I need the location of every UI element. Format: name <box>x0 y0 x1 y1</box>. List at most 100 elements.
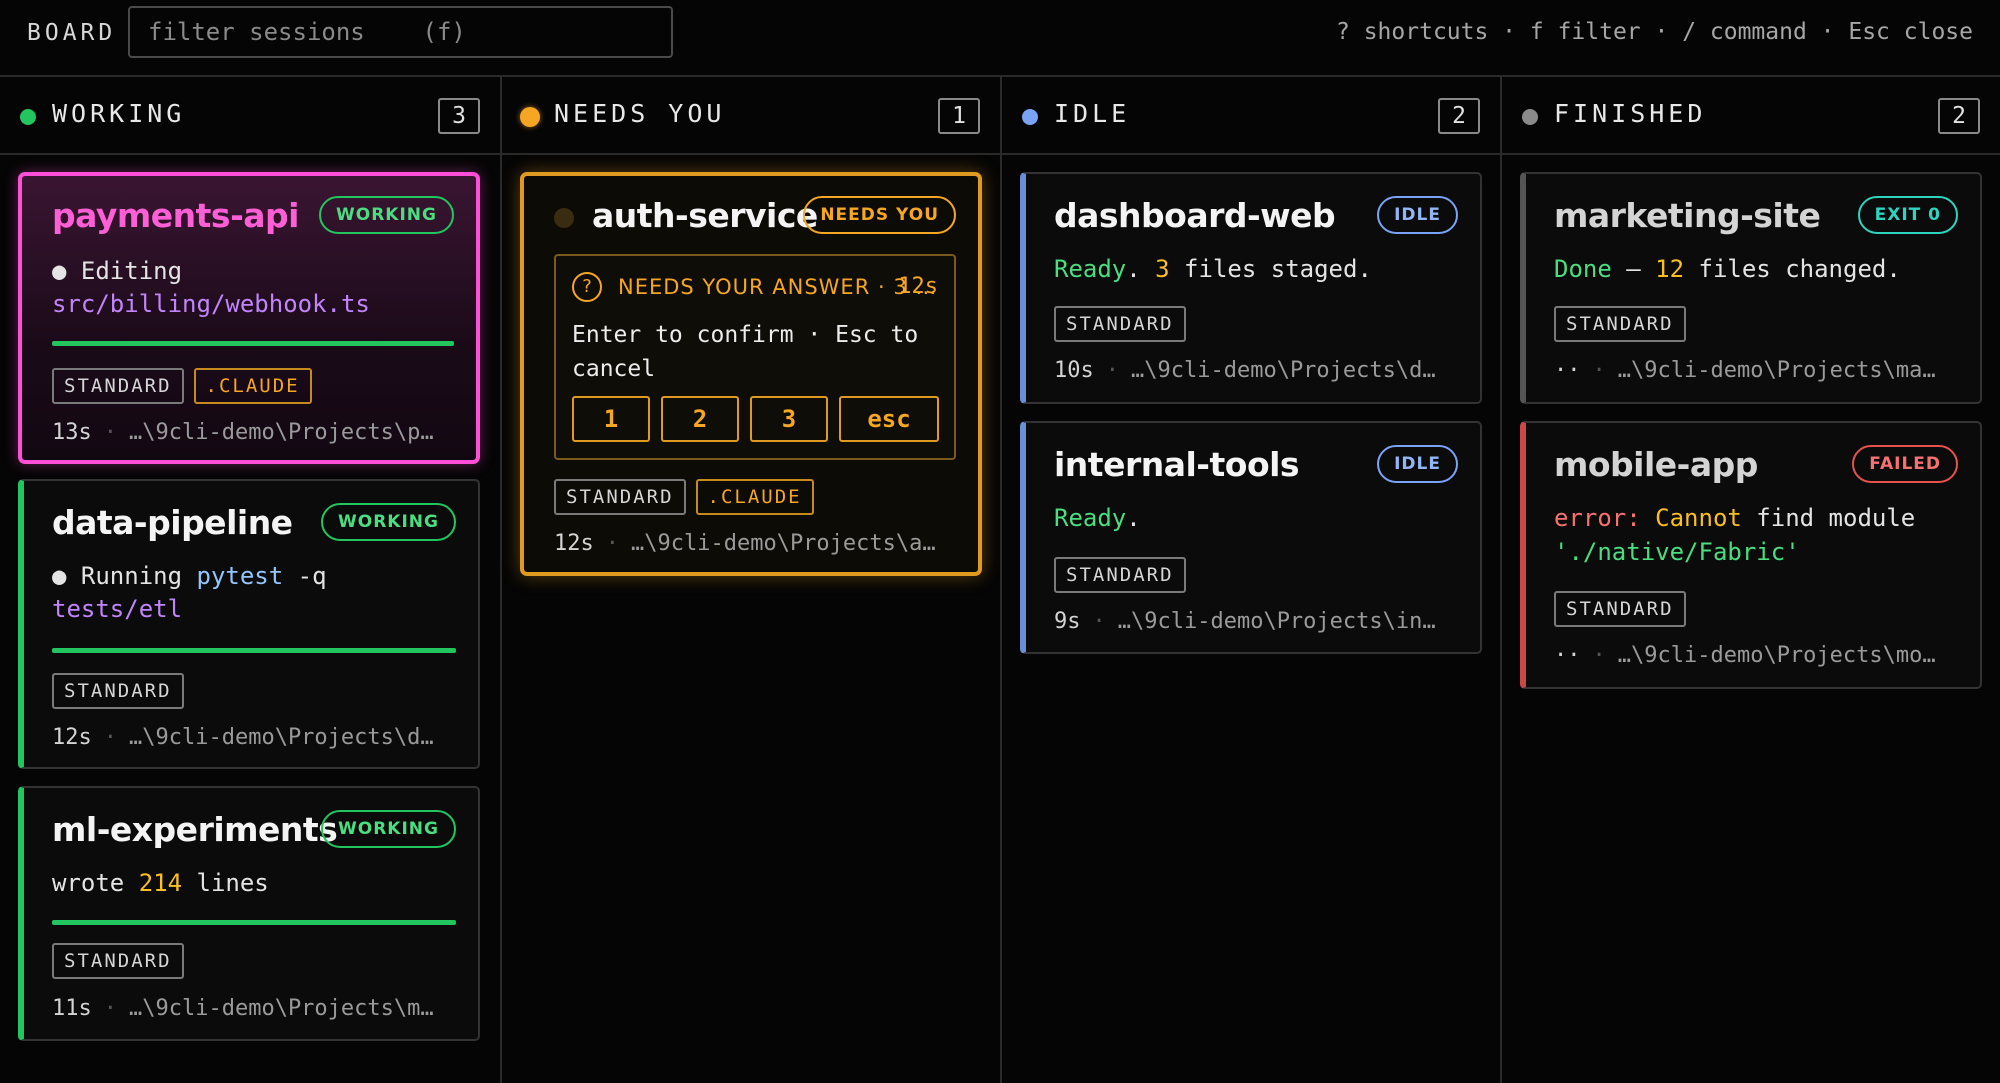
column-title: IDLE <box>1054 99 1131 128</box>
keyboard-hints: ? shortcuts · f filter · / command · Esc… <box>1336 19 1973 45</box>
column-header-idle: IDLE 2 <box>1002 77 1500 155</box>
top-bar: BOARD ? shortcuts · f filter · / command… <box>0 0 2000 77</box>
session-meta: 12s · …\9cli-demo\Projects\d… <box>52 725 456 750</box>
project-path: …\9cli-demo\Projects\in… <box>1117 609 1436 634</box>
session-meta: 9s · …\9cli-demo\Projects\in… <box>1054 609 1458 634</box>
tag-claude: .CLAUDE <box>193 368 312 404</box>
tag-standard: STANDARD <box>1554 591 1686 627</box>
meta-separator: · <box>1105 358 1119 383</box>
activity-text: ● Editing <box>52 257 183 285</box>
error-text: error: Cannot find module <box>1554 504 1916 532</box>
meta-separator: · <box>103 996 117 1021</box>
session-card-mobile-app[interactable]: mobile-app FAILED error: Cannot find mod… <box>1520 421 1982 689</box>
status-dot-icon <box>554 208 574 228</box>
column-title: FINISHED <box>1554 99 1707 128</box>
status-dot-icon <box>520 107 540 127</box>
column-count: 3 <box>438 98 480 134</box>
column-working: WORKING 3 payments-api WORKING ● Editing… <box>0 77 500 1083</box>
meta-separator: · <box>1592 358 1606 383</box>
tag-standard: STANDARD <box>1054 306 1186 342</box>
tag-standard: STANDARD <box>1554 306 1686 342</box>
session-card-payments-api[interactable]: payments-api WORKING ● Editing src/billi… <box>18 172 480 464</box>
activity-text: wrote 214 lines <box>52 869 269 897</box>
column-count: 1 <box>938 98 980 134</box>
progress-bar <box>52 920 456 925</box>
project-path: …\9cli-demo\Projects\m… <box>129 996 434 1021</box>
answer-3-button[interactable]: 3 <box>750 396 828 442</box>
progress-bar <box>52 648 456 653</box>
session-card-data-pipeline[interactable]: data-pipeline WORKING ● Running pytest -… <box>18 479 480 769</box>
answer-buttons: 1 2 3 esc <box>572 396 939 442</box>
elapsed-time: 12s <box>52 725 92 750</box>
session-name: ml-experiments <box>52 810 338 849</box>
status-badge: WORKING <box>319 196 454 234</box>
project-path: …\9cli-demo\Projects\mo… <box>1617 643 1936 668</box>
status-text: Ready. <box>1054 504 1141 532</box>
tag-list: STANDARD <box>1054 557 1186 593</box>
elapsed-time: 13s <box>52 420 92 445</box>
session-name: mobile-app <box>1554 445 1758 484</box>
project-path: …\9cli-demo\Projects\a… <box>631 531 936 556</box>
project-path: …\9cli-demo\Projects\d… <box>129 725 434 750</box>
activity-text: ● Running pytest -q <box>52 562 327 590</box>
question-title: NEEDS YOUR ANSWER · 3 … <box>618 275 938 299</box>
question-box: ? NEEDS YOUR ANSWER · 3 … 12s Enter to c… <box>554 254 956 460</box>
project-path: …\9cli-demo\Projects\ma… <box>1617 358 1936 383</box>
tag-standard: STANDARD <box>52 368 184 404</box>
elapsed-time: ·· <box>1554 643 1581 668</box>
board-title: BOARD <box>27 20 117 46</box>
escape-button[interactable]: esc <box>839 396 939 442</box>
filter-sessions-input[interactable] <box>128 6 673 58</box>
status-badge: WORKING <box>321 503 456 541</box>
meta-separator: · <box>103 420 117 445</box>
tag-list: STANDARD .CLAUDE <box>52 368 312 404</box>
activity-args: tests/etl <box>52 595 183 623</box>
session-meta: ·· · …\9cli-demo\Projects\ma… <box>1554 358 1958 383</box>
session-card-ml-experiments[interactable]: ml-experiments WORKING wrote 214 lines S… <box>18 786 480 1041</box>
column-idle: IDLE 2 dashboard-web IDLE Ready. 3 files… <box>1000 77 1500 1083</box>
meta-separator: · <box>103 725 117 750</box>
status-text: Ready. 3 files staged. <box>1054 255 1372 283</box>
status-text: Done — 12 files changed. <box>1554 255 1901 283</box>
tag-standard: STANDARD <box>554 479 686 515</box>
session-card-internal-tools[interactable]: internal-tools IDLE Ready. STANDARD 9s · …… <box>1020 421 1482 654</box>
meta-separator: · <box>1092 609 1106 634</box>
session-meta: 10s · …\9cli-demo\Projects\d… <box>1054 358 1458 383</box>
session-name: dashboard-web <box>1054 196 1336 235</box>
meta-separator: · <box>605 531 619 556</box>
answer-1-button[interactable]: 1 <box>572 396 650 442</box>
column-needs-you: NEEDS YOU 1 auth-service NEEDS YOU ? NEE… <box>500 77 1000 1083</box>
question-icon: ? <box>572 272 602 302</box>
status-badge: EXIT 0 <box>1857 196 1958 234</box>
question-time: 12s <box>898 274 938 299</box>
session-meta: 11s · …\9cli-demo\Projects\m… <box>52 996 456 1021</box>
meta-separator: · <box>1592 643 1606 668</box>
tag-list: STANDARD .CLAUDE <box>554 479 814 515</box>
session-card-marketing-site[interactable]: marketing-site EXIT 0 Done — 12 files ch… <box>1520 172 1982 404</box>
tag-list: STANDARD <box>1554 591 1686 627</box>
column-header-working: WORKING 3 <box>0 77 500 155</box>
project-path: …\9cli-demo\Projects\p… <box>129 420 434 445</box>
session-name: marketing-site <box>1554 196 1821 235</box>
elapsed-time: ·· <box>1554 358 1581 383</box>
status-badge: WORKING <box>321 810 456 848</box>
session-meta: 13s · …\9cli-demo\Projects\p… <box>52 420 454 445</box>
session-name: data-pipeline <box>52 503 293 542</box>
session-card-auth-service[interactable]: auth-service NEEDS YOU ? NEEDS YOUR ANSW… <box>520 172 982 576</box>
session-card-dashboard-web[interactable]: dashboard-web IDLE Ready. 3 files staged… <box>1020 172 1482 404</box>
answer-2-button[interactable]: 2 <box>661 396 739 442</box>
status-badge: IDLE <box>1377 445 1458 483</box>
session-name: auth-service <box>592 196 818 235</box>
session-meta: 12s · …\9cli-demo\Projects\a… <box>554 531 956 556</box>
status-badge: IDLE <box>1377 196 1458 234</box>
column-title: WORKING <box>52 99 186 128</box>
error-module: './native/Fabric' <box>1554 538 1800 566</box>
column-finished: FINISHED 2 marketing-site EXIT 0 Done — … <box>1500 77 2000 1083</box>
activity-file: src/billing/webhook.ts <box>52 290 370 318</box>
status-dot-icon <box>20 109 36 125</box>
elapsed-time: 9s <box>1054 609 1081 634</box>
column-count: 2 <box>1938 98 1980 134</box>
column-title: NEEDS YOU <box>554 99 726 128</box>
elapsed-time: 12s <box>554 531 594 556</box>
question-text: Enter to confirm · Esc to cancel <box>572 322 919 382</box>
